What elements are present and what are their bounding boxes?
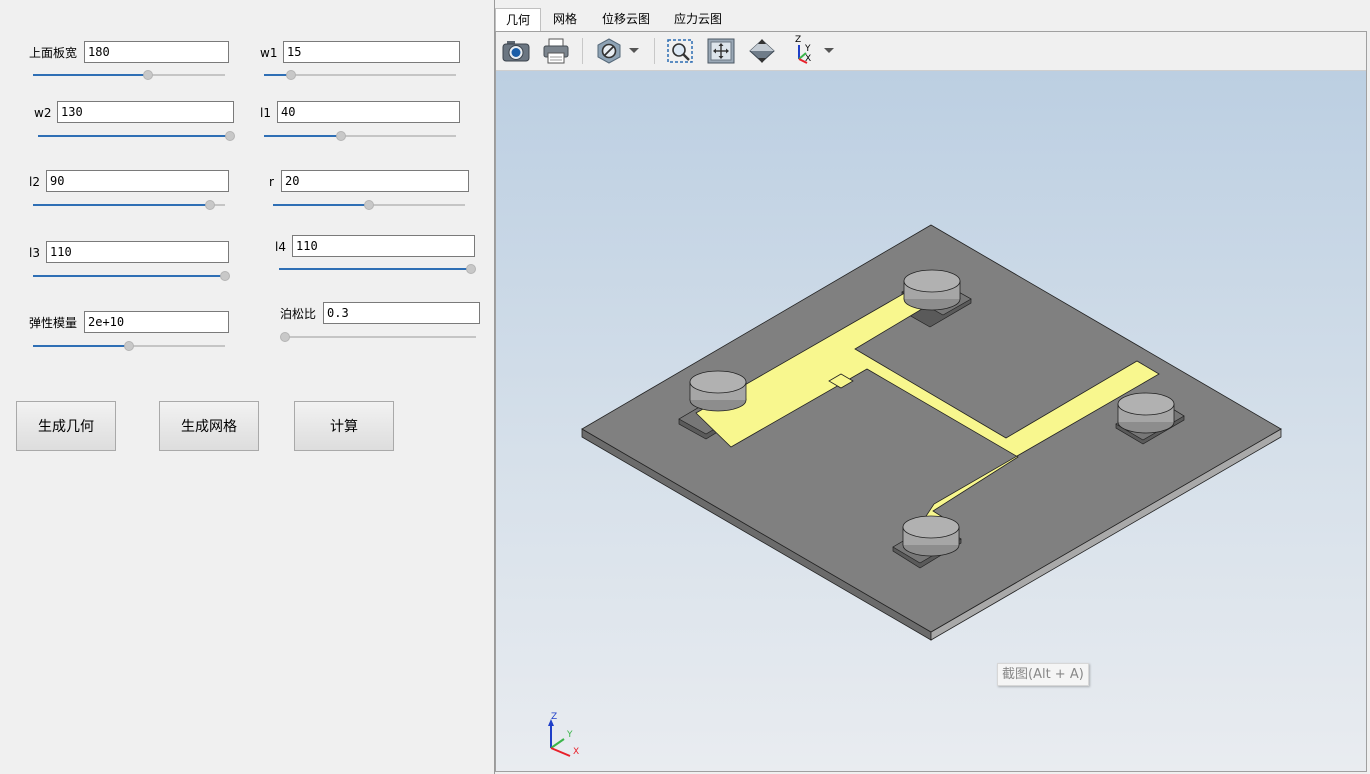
slider-handle[interactable] bbox=[220, 271, 230, 281]
slider-fill bbox=[33, 74, 149, 76]
poisson-ratio-slider[interactable] bbox=[280, 331, 476, 343]
tab-mesh[interactable]: 网格 bbox=[545, 8, 585, 31]
axis-letter-z: Z bbox=[795, 35, 802, 45]
tab-stress-contour[interactable]: 应力云图 bbox=[667, 8, 729, 31]
slider-handle[interactable] bbox=[466, 264, 476, 274]
l4-input[interactable]: 110 bbox=[292, 235, 475, 257]
cylinder-bottom bbox=[902, 515, 960, 557]
slider-fill bbox=[33, 275, 225, 277]
l2-slider[interactable] bbox=[33, 199, 225, 211]
youngs-modulus-slider[interactable] bbox=[33, 340, 225, 352]
l4-label: l4 bbox=[275, 240, 286, 254]
cylinder-right bbox=[1117, 392, 1175, 434]
w1-label: w1 bbox=[260, 46, 278, 60]
l2-label: l2 bbox=[29, 175, 40, 189]
slider-fill bbox=[38, 135, 230, 137]
triad-label-x: X bbox=[573, 747, 580, 757]
camera-icon[interactable] bbox=[500, 36, 532, 66]
slider-handle[interactable] bbox=[364, 200, 374, 210]
poisson-ratio-label: 泊松比 bbox=[280, 307, 317, 321]
w2-input[interactable]: 130 bbox=[57, 101, 234, 123]
l4-slider[interactable] bbox=[279, 263, 476, 275]
w1-slider[interactable] bbox=[264, 69, 456, 81]
slider-fill bbox=[273, 204, 369, 206]
screenshot-tooltip: 截图(Alt + A) bbox=[997, 663, 1089, 686]
parameter-panel: 上面板宽 180 w1 15 w2 130 l1 40 l2 90 r 20 l… bbox=[0, 0, 494, 774]
model-viewport[interactable]: Z Y X 截图(Alt + A) bbox=[496, 71, 1366, 771]
youngs-modulus-input[interactable]: 2e+10 bbox=[84, 311, 229, 333]
axes-orientation-icon[interactable]: Z Y X bbox=[788, 36, 836, 66]
fit-selection-icon[interactable] bbox=[664, 36, 696, 66]
viewer-toolbar: Z Y X bbox=[496, 32, 1366, 71]
compute-button[interactable]: 计算 bbox=[294, 401, 394, 451]
generate-mesh-button[interactable]: 生成网格 bbox=[159, 401, 259, 451]
slider-fill bbox=[279, 268, 471, 270]
l1-label: l1 bbox=[260, 106, 271, 120]
slider-fill bbox=[264, 135, 341, 137]
r-input[interactable]: 20 bbox=[281, 170, 469, 192]
axis-letter-y: Y bbox=[805, 44, 811, 54]
cylinder-top bbox=[903, 269, 961, 311]
triad-label-z: Z bbox=[551, 712, 558, 722]
w1-input[interactable]: 15 bbox=[283, 41, 460, 63]
l3-label: l3 bbox=[29, 246, 40, 260]
slider-handle[interactable] bbox=[280, 332, 290, 342]
r-slider[interactable] bbox=[273, 199, 465, 211]
l1-input[interactable]: 40 bbox=[277, 101, 460, 123]
fit-all-icon[interactable] bbox=[705, 36, 737, 66]
toolbar-separator bbox=[654, 38, 655, 64]
triad-label-y: Y bbox=[567, 730, 573, 740]
view-tabs: 几何 网格 位移云图 应力云图 bbox=[495, 0, 1370, 31]
cylinder-left bbox=[689, 370, 747, 412]
slider-handle[interactable] bbox=[335, 131, 346, 141]
view-iso-icon[interactable] bbox=[746, 36, 778, 66]
print-icon[interactable] bbox=[540, 36, 572, 66]
tab-displacement-contour[interactable]: 位移云图 bbox=[595, 8, 657, 31]
generate-geometry-button[interactable]: 生成几何 bbox=[16, 401, 116, 451]
youngs-modulus-label: 弹性模量 bbox=[29, 316, 78, 330]
l1-slider[interactable] bbox=[264, 130, 456, 142]
slider-handle[interactable] bbox=[204, 200, 215, 210]
toolbar-separator bbox=[582, 38, 583, 64]
poisson-ratio-input[interactable]: 0.3 bbox=[323, 302, 480, 324]
slider-handle[interactable] bbox=[124, 341, 134, 351]
l2-input[interactable]: 90 bbox=[46, 170, 229, 192]
top-width-slider[interactable] bbox=[33, 69, 225, 81]
axis-letter-x: X bbox=[805, 54, 812, 64]
r-label: r bbox=[269, 175, 274, 189]
visibility-icon[interactable] bbox=[592, 36, 644, 66]
w2-slider[interactable] bbox=[38, 130, 235, 142]
w2-label: w2 bbox=[34, 106, 52, 120]
l3-slider[interactable] bbox=[33, 270, 230, 282]
l3-input[interactable]: 110 bbox=[46, 241, 229, 263]
top-width-input[interactable]: 180 bbox=[84, 41, 229, 63]
tab-geometry[interactable]: 几何 bbox=[495, 8, 541, 31]
top-width-label: 上面板宽 bbox=[29, 46, 78, 60]
slider-fill bbox=[33, 204, 210, 206]
model-canvas bbox=[548, 224, 1282, 757]
3d-viewer: Z Y X Z Y X 截图(Alt + A) bbox=[495, 31, 1367, 772]
slider-handle[interactable] bbox=[285, 70, 296, 80]
slider-fill bbox=[33, 345, 129, 347]
slider-handle[interactable] bbox=[143, 70, 154, 80]
slider-handle[interactable] bbox=[225, 131, 235, 141]
slider-track bbox=[285, 336, 476, 338]
